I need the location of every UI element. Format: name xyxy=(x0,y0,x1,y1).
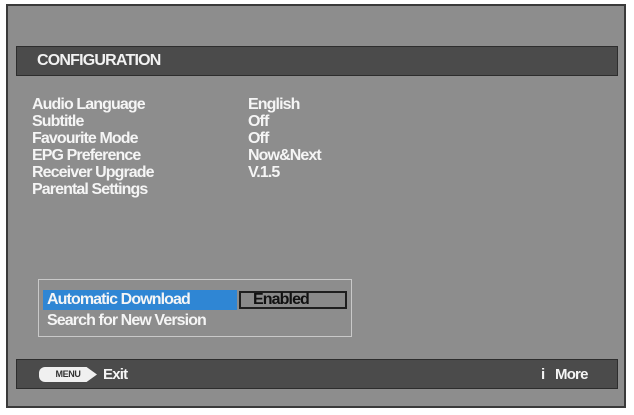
setting-value: English xyxy=(248,96,300,113)
setting-value: Now&Next xyxy=(248,147,322,164)
setting-label: EPG Preference xyxy=(32,147,141,164)
setting-value: Off xyxy=(248,113,269,130)
footer-bar: MENU Exit i More xyxy=(16,359,618,389)
search-new-version-label[interactable]: Search for New Version xyxy=(43,311,210,331)
exit-label[interactable]: Exit xyxy=(103,366,128,383)
automatic-download-value[interactable]: Enabled xyxy=(239,291,347,309)
more-label[interactable]: More xyxy=(555,366,588,383)
setting-value: Off xyxy=(248,130,269,147)
title-bar: CONFIGURATION xyxy=(16,46,618,76)
setting-label: Subtitle xyxy=(32,113,84,130)
info-icon[interactable]: i xyxy=(541,367,555,383)
configuration-screen: CONFIGURATION Audio Language English Sub… xyxy=(6,4,626,408)
setting-label: Favourite Mode xyxy=(32,130,139,147)
setting-label: Receiver Upgrade xyxy=(32,164,155,181)
automatic-download-label[interactable]: Automatic Download xyxy=(43,290,237,310)
setting-label: Parental Settings xyxy=(32,181,148,198)
setting-value: V.1.5 xyxy=(248,164,280,181)
upgrade-panel: Automatic Download Enabled Search for Ne… xyxy=(38,279,352,337)
menu-button-icon[interactable]: MENU xyxy=(39,367,97,382)
page-title: CONFIGURATION xyxy=(37,52,161,69)
setting-label: Audio Language xyxy=(32,96,146,113)
